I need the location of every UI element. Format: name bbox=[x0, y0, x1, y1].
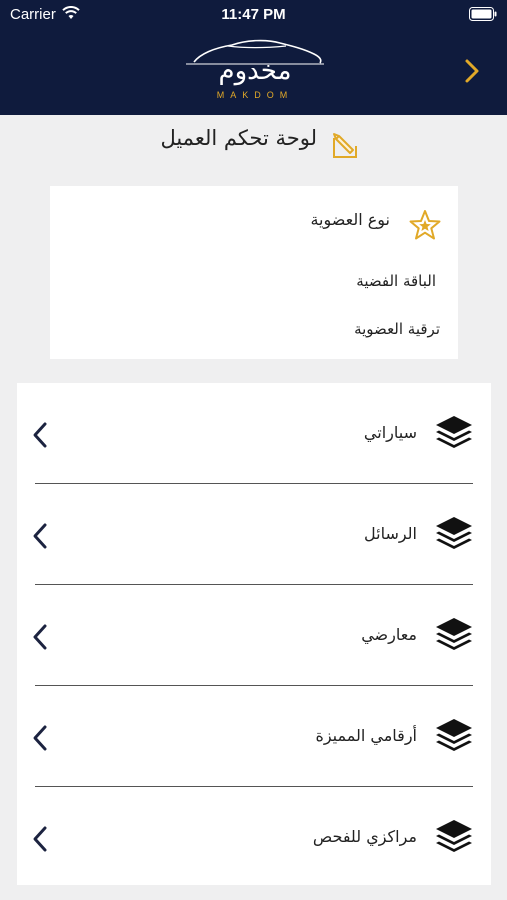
menu-item-my-cars[interactable]: سياراتي bbox=[17, 383, 491, 484]
page-title: لوحة تحكم العميل bbox=[160, 126, 317, 150]
layers-icon bbox=[436, 719, 472, 751]
page-header: لوحة تحكم العميل bbox=[0, 120, 507, 166]
menu-item-label: معارضي bbox=[361, 625, 417, 644]
layers-icon bbox=[436, 416, 472, 448]
membership-card: نوع العضوية الباقة الفضية ترقية العضوية bbox=[50, 186, 458, 359]
menu-item-label: مراكزي للفحص bbox=[312, 827, 417, 846]
chevron-left-icon bbox=[33, 624, 47, 650]
menu-item-messages[interactable]: الرسائل bbox=[17, 484, 491, 585]
menu-item-showrooms[interactable]: معارضي bbox=[17, 585, 491, 686]
menu-item-label: أرقامي المميزة bbox=[315, 726, 417, 745]
chevron-left-icon bbox=[33, 523, 47, 549]
status-bar: Carrier 11:47 PM bbox=[0, 0, 507, 30]
membership-type-label: نوع العضوية bbox=[310, 210, 390, 229]
menu-item-label: سياراتي bbox=[363, 423, 417, 442]
layers-icon bbox=[436, 618, 472, 650]
edit-icon bbox=[333, 133, 357, 158]
membership-plan: الباقة الفضية bbox=[356, 272, 436, 290]
chevron-right-icon[interactable] bbox=[458, 56, 486, 86]
star-icon bbox=[409, 210, 441, 240]
logo-arabic-text: مخدوم bbox=[218, 56, 292, 86]
chevron-left-icon bbox=[33, 826, 47, 852]
logo-latin-text: MAKDOM bbox=[216, 90, 294, 100]
dashboard-menu: سياراتي الرسائل معارضي أرقامي المميزة مر… bbox=[17, 383, 491, 885]
chevron-left-icon bbox=[33, 422, 47, 448]
layers-icon bbox=[436, 517, 472, 549]
app-header: Carrier 11:47 PM مخدوم MAKDOM bbox=[0, 0, 507, 115]
menu-item-label: الرسائل bbox=[364, 524, 417, 543]
menu-item-inspection-centers[interactable]: مراكزي للفحص bbox=[17, 787, 491, 888]
chevron-left-icon bbox=[33, 725, 47, 751]
battery-icon bbox=[469, 7, 497, 21]
layers-icon bbox=[436, 820, 472, 852]
status-time: 11:47 PM bbox=[221, 6, 286, 23]
menu-item-special-numbers[interactable]: أرقامي المميزة bbox=[17, 686, 491, 787]
app-logo: مخدوم MAKDOM bbox=[180, 36, 330, 106]
upgrade-membership-link[interactable]: ترقية العضوية bbox=[354, 320, 440, 338]
